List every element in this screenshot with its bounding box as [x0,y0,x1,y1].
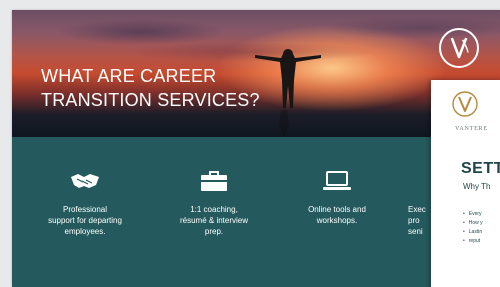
feature-coaching: 1:1 coaching, résumé & interview prep. [159,170,269,237]
hero-title-line-2: TRANSITION SERVICES? [41,90,260,110]
overlay-slide: VANTERE SETT Why Th Every How y Lastin r… [431,80,500,287]
feature-label-line-1: Online tools and [308,205,366,214]
vantage-logo-gold-icon [452,91,478,117]
hero-title-line-1: WHAT ARE CAREER [41,66,217,86]
person-reflection-icon [279,110,289,136]
overlay-bullet-list: Every How y Lastin reput [463,210,483,246]
laptop-icon [323,171,351,190]
hero-title: WHAT ARE CAREER TRANSITION SERVICES? [41,64,281,112]
handshake-icon [71,174,99,188]
overlay-bullet: How y [463,219,483,228]
overlay-brand: VANTERE [455,126,488,132]
briefcase-icon [201,171,227,191]
feature-online-tools: Online tools and workshops. [282,170,392,226]
feature-label-line-1: 1:1 coaching, [190,205,238,214]
feature-label: 1:1 coaching, résumé & interview prep. [159,204,269,237]
feature-label: Professional support for departing emplo… [30,204,140,237]
feature-label-line-3: employees. [64,227,106,236]
overlay-bullet: Every [463,210,483,219]
feature-professional-support: Professional support for departing emplo… [30,170,140,237]
overlay-bullet: Lastin [463,228,483,237]
feature-label: Online tools and workshops. [282,204,392,226]
feature-label-line-2: résumé & interview [179,216,249,225]
feature-label-line-3: prep. [204,227,224,236]
feature-row: Professional support for departing emplo… [12,170,500,287]
overlay-subtitle: Why Th [463,182,491,191]
logo-v-mark-icon [450,37,469,59]
hero-banner: WHAT ARE CAREER TRANSITION SERVICES? [12,10,500,137]
overlay-bullet: reput [463,237,483,246]
vantage-logo-icon [439,28,479,68]
feature-label-line-2: support for departing [48,216,122,225]
feature-label-line-1: Professional [62,205,108,214]
slide-card: WHAT ARE CAREER TRANSITION SERVICES? Pro… [12,10,500,287]
feature-label-line-2: workshops. [316,216,358,225]
overlay-title: SETT [461,160,500,177]
